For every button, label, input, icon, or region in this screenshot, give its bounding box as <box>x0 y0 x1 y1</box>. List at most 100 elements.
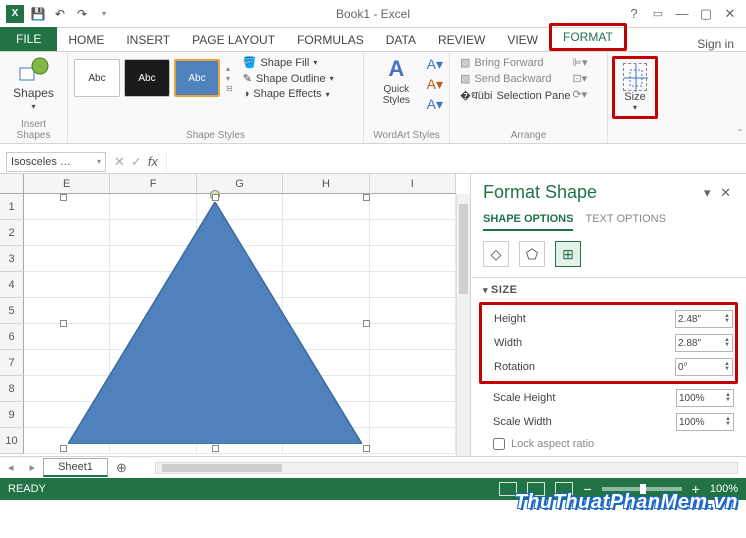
ribbon-display-icon[interactable]: ▭ <box>648 4 668 24</box>
formula-bar: Isosceles … ▾ ✕ ✓ fx <box>0 150 746 174</box>
resize-handle[interactable] <box>212 445 219 452</box>
quick-styles-button[interactable]: A Quick Styles <box>370 56 423 106</box>
sheet-nav-prev-icon[interactable]: ◂ <box>0 461 22 474</box>
worksheet-grid[interactable]: E F G H I 1 2 3 4 5 6 7 8 9 10 <box>0 174 471 456</box>
scale-width-input[interactable]: 100%▲▼ <box>676 413 734 431</box>
zoom-slider[interactable] <box>602 487 682 491</box>
width-input[interactable]: 2.88"▲▼ <box>675 334 733 352</box>
group-icon: ⊡▾ <box>572 72 587 85</box>
row-header[interactable]: 2 <box>0 220 24 246</box>
sheet-tab[interactable]: Sheet1 <box>43 458 108 477</box>
align-button[interactable]: ⊫▾ <box>572 56 587 69</box>
size-properties-category-icon[interactable]: ⊞ <box>555 241 581 267</box>
redo-icon[interactable]: ↷ <box>74 6 90 22</box>
tab-file[interactable]: FILE <box>0 27 57 51</box>
resize-handle[interactable] <box>60 445 67 452</box>
maximize-icon[interactable]: ▢ <box>696 4 716 24</box>
vertical-scrollbar[interactable] <box>456 194 470 456</box>
fill-line-category-icon[interactable]: ◇ <box>483 241 509 267</box>
row-header[interactable]: 6 <box>0 324 24 350</box>
tab-home[interactable]: HOME <box>57 29 115 51</box>
text-effects-icon[interactable]: A▾ <box>427 96 443 113</box>
tab-data[interactable]: DATA <box>375 29 427 51</box>
pane-options-icon[interactable]: ▾ <box>704 185 714 200</box>
selection-pane-button[interactable]: �धübiSelection Pane <box>460 88 570 103</box>
insert-shapes-button[interactable]: Shapes ▾ <box>6 56 61 111</box>
page-break-view-icon[interactable] <box>555 482 573 496</box>
row-header[interactable]: 9 <box>0 402 24 428</box>
cancel-formula-icon[interactable]: ✕ <box>114 154 125 170</box>
enter-formula-icon[interactable]: ✓ <box>131 154 142 170</box>
horizontal-scrollbar[interactable] <box>155 462 738 474</box>
row-header[interactable]: 3 <box>0 246 24 272</box>
shape-fill-button[interactable]: 🪣Shape Fill▾ <box>243 56 334 69</box>
text-outline-icon[interactable]: A▾ <box>427 76 443 93</box>
col-header[interactable]: F <box>110 174 196 194</box>
col-header[interactable]: H <box>283 174 369 194</box>
sheet-nav-next-icon[interactable]: ▸ <box>22 461 44 474</box>
resize-handle[interactable] <box>363 320 370 327</box>
row-header[interactable]: 8 <box>0 376 24 402</box>
effects-category-icon[interactable]: ⬠ <box>519 241 545 267</box>
tab-formulas[interactable]: FORMULAS <box>286 29 375 51</box>
name-box[interactable]: Isosceles … ▾ <box>6 152 106 172</box>
add-sheet-icon[interactable]: ⊕ <box>108 460 135 476</box>
row-header[interactable]: 1 <box>0 194 24 220</box>
zoom-level[interactable]: 100% <box>710 483 738 495</box>
style-preset-2[interactable]: Abc <box>124 59 170 97</box>
collapse-ribbon-icon[interactable]: ˆ <box>738 127 742 141</box>
select-all-corner[interactable] <box>0 174 24 194</box>
bring-forward-button[interactable]: ▧Bring Forward <box>460 56 570 69</box>
height-input[interactable]: 2.48"▲▼ <box>675 310 733 328</box>
resize-handle[interactable] <box>60 320 67 327</box>
send-backward-button[interactable]: ▨Send Backward <box>460 72 570 85</box>
shape-outline-button[interactable]: ✎Shape Outline▾ <box>243 72 334 85</box>
zoom-out-icon[interactable]: − <box>583 481 591 497</box>
page-layout-view-icon[interactable] <box>527 482 545 496</box>
style-gallery-expand[interactable]: ▴▾⊟ <box>224 64 235 93</box>
col-header[interactable]: I <box>370 174 456 194</box>
col-header[interactable]: E <box>24 174 110 194</box>
pane-title: Format Shape <box>483 182 597 203</box>
tab-format[interactable]: FORMAT <box>549 23 627 51</box>
rotate-button[interactable]: ⟳▾ <box>572 88 587 101</box>
zoom-in-icon[interactable]: + <box>692 481 700 497</box>
pane-tab-shape-options[interactable]: SHAPE OPTIONS <box>483 213 573 231</box>
fx-icon[interactable]: fx <box>148 154 158 170</box>
lock-aspect-checkbox[interactable] <box>493 438 505 450</box>
resize-handle[interactable] <box>212 194 219 201</box>
col-header[interactable]: G <box>197 174 283 194</box>
section-size-header[interactable]: SIZE <box>483 284 734 296</box>
tab-insert[interactable]: INSERT <box>115 29 181 51</box>
minimize-icon[interactable]: — <box>672 4 692 24</box>
group-button[interactable]: ⊡▾ <box>572 72 587 85</box>
undo-icon[interactable]: ↶ <box>52 6 68 22</box>
tab-review[interactable]: REVIEW <box>427 29 496 51</box>
selected-shape[interactable] <box>64 198 366 448</box>
save-icon[interactable]: 💾 <box>30 6 46 22</box>
tab-page-layout[interactable]: PAGE LAYOUT <box>181 29 286 51</box>
normal-view-icon[interactable] <box>499 482 517 496</box>
row-header[interactable]: 7 <box>0 350 24 376</box>
formula-input[interactable] <box>166 152 746 172</box>
resize-handle[interactable] <box>363 445 370 452</box>
help-icon[interactable]: ? <box>624 4 644 24</box>
resize-handle[interactable] <box>363 194 370 201</box>
rotation-input[interactable]: 0°▲▼ <box>675 358 733 376</box>
close-icon[interactable]: ✕ <box>720 4 740 24</box>
style-preset-1[interactable]: Abc <box>74 59 120 97</box>
sign-in-link[interactable]: Sign in <box>697 37 746 51</box>
row-header[interactable]: 4 <box>0 272 24 298</box>
style-preset-3[interactable]: Abc <box>174 59 220 97</box>
resize-handle[interactable] <box>60 194 67 201</box>
qat-customize-icon[interactable]: ▾ <box>96 6 112 22</box>
size-launcher-button[interactable]: Size ▾ <box>612 56 658 119</box>
pane-close-icon[interactable]: ✕ <box>720 185 734 200</box>
shape-effects-button[interactable]: ◑Shape Effects▾ <box>243 88 334 100</box>
row-header[interactable]: 10 <box>0 428 24 454</box>
pane-tab-text-options[interactable]: TEXT OPTIONS <box>585 213 665 231</box>
tab-view[interactable]: VIEW <box>496 29 549 51</box>
scale-height-input[interactable]: 100%▲▼ <box>676 389 734 407</box>
text-fill-icon[interactable]: A▾ <box>427 56 443 73</box>
row-header[interactable]: 5 <box>0 298 24 324</box>
